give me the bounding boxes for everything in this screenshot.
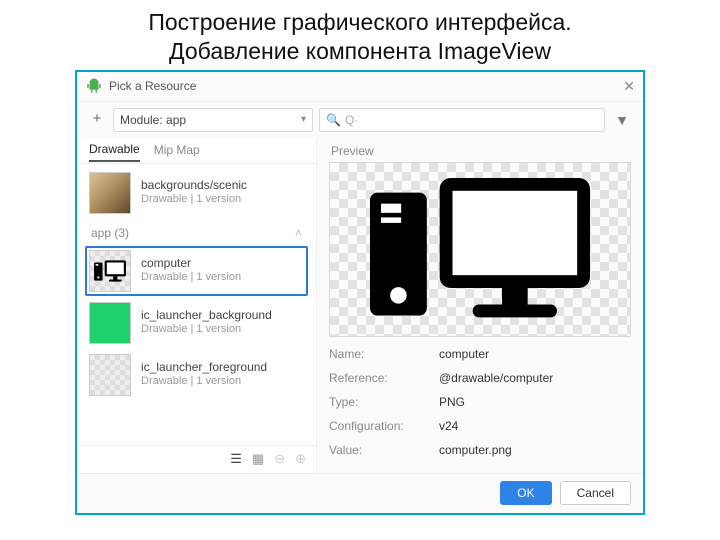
detail-key-type: Type: [329, 395, 439, 409]
resource-picker-dialog: Pick a Resource ✕ + Module: app ▾ 🔍 Q· ▼… [75, 70, 645, 515]
slide-title-line2: Добавление компонента ImageView [169, 38, 551, 64]
slide-title-line1: Построение графического интерфейса. [148, 9, 571, 35]
section-header-label: app (3) [91, 226, 129, 240]
preview-panel: Preview [317, 138, 643, 473]
detail-val-value: computer.png [439, 443, 631, 457]
dialog-titlebar: Pick a Resource ✕ [77, 72, 643, 102]
list-view-toolbar: ☰ ▦ ⊖ ⊕ [77, 445, 316, 473]
dialog-body: Drawable Mip Map backgrounds/scenic Draw… [77, 138, 643, 473]
detail-val-ref: @drawable/computer [439, 371, 631, 385]
chevron-up-icon: ˄ [295, 226, 302, 240]
search-icon: 🔍 [326, 113, 341, 127]
close-icon[interactable]: ✕ [623, 78, 635, 95]
item-sub: Drawable | 1 version [141, 375, 267, 389]
item-sub: Drawable | 1 version [141, 271, 241, 285]
resource-type-tabs: Drawable Mip Map [77, 138, 316, 164]
item-sub: Drawable | 1 version [141, 193, 247, 207]
tab-drawable[interactable]: Drawable [89, 142, 140, 162]
zoom-out-icon[interactable]: ⊖ [274, 451, 285, 467]
slide-title: Построение графического интерфейса. Доба… [0, 0, 720, 68]
item-name: computer [141, 256, 241, 271]
module-dropdown[interactable]: Module: app ▾ [113, 108, 313, 132]
search-input[interactable]: 🔍 Q· [319, 108, 605, 132]
list-item-meta: ic_launcher_foreground Drawable | 1 vers… [141, 360, 267, 389]
dialog-title: Pick a Resource [109, 79, 623, 93]
filter-icon[interactable]: ▼ [611, 112, 633, 128]
resource-list: backgrounds/scenic Drawable | 1 version … [77, 164, 316, 445]
section-header-app[interactable]: app (3) ˄ [85, 220, 308, 246]
detail-key-ref: Reference: [329, 371, 439, 385]
grid-view-icon[interactable]: ▦ [252, 451, 264, 467]
resource-list-panel: Drawable Mip Map backgrounds/scenic Draw… [77, 138, 317, 473]
dialog-buttons: OK Cancel [77, 473, 643, 513]
android-icon [85, 77, 103, 95]
tab-mipmap[interactable]: Mip Map [154, 143, 200, 161]
item-name: backgrounds/scenic [141, 178, 247, 193]
cancel-button[interactable]: Cancel [560, 481, 631, 505]
list-item-meta: ic_launcher_background Drawable | 1 vers… [141, 308, 272, 337]
computer-icon [93, 257, 127, 285]
ok-button[interactable]: OK [500, 481, 551, 505]
detail-val-type: PNG [439, 395, 631, 409]
list-item-meta: backgrounds/scenic Drawable | 1 version [141, 178, 247, 207]
item-name: ic_launcher_background [141, 308, 272, 323]
search-placeholder: Q· [345, 113, 358, 127]
resource-details: Name: computer Reference: @drawable/comp… [329, 347, 631, 457]
zoom-in-icon[interactable]: ⊕ [295, 451, 306, 467]
list-item-icfg[interactable]: ic_launcher_foreground Drawable | 1 vers… [85, 350, 308, 400]
preview-computer-icon [360, 167, 600, 332]
chevron-down-icon: ▾ [301, 114, 306, 125]
detail-key-name: Name: [329, 347, 439, 361]
list-item-meta: computer Drawable | 1 version [141, 256, 241, 285]
detail-key-config: Configuration: [329, 419, 439, 433]
list-item-computer[interactable]: computer Drawable | 1 version [85, 246, 308, 296]
item-sub: Drawable | 1 version [141, 323, 272, 337]
add-resource-button[interactable]: + [87, 110, 107, 130]
item-name: ic_launcher_foreground [141, 360, 267, 375]
dialog-toolbar: + Module: app ▾ 🔍 Q· ▼ [77, 102, 643, 138]
thumbnail-icfg [89, 354, 131, 396]
detail-val-name: computer [439, 347, 631, 361]
list-item-scenic[interactable]: backgrounds/scenic Drawable | 1 version [85, 168, 308, 218]
detail-key-value: Value: [329, 443, 439, 457]
list-view-icon[interactable]: ☰ [230, 451, 242, 467]
list-item-icbg[interactable]: ic_launcher_background Drawable | 1 vers… [85, 298, 308, 348]
preview-image-box [329, 162, 631, 337]
detail-val-config: v24 [439, 419, 631, 433]
thumbnail-scenic [89, 172, 131, 214]
module-dropdown-label: Module: app [120, 113, 186, 127]
thumbnail-icbg [89, 302, 131, 344]
preview-heading: Preview [331, 144, 631, 158]
thumbnail-computer [89, 250, 131, 292]
